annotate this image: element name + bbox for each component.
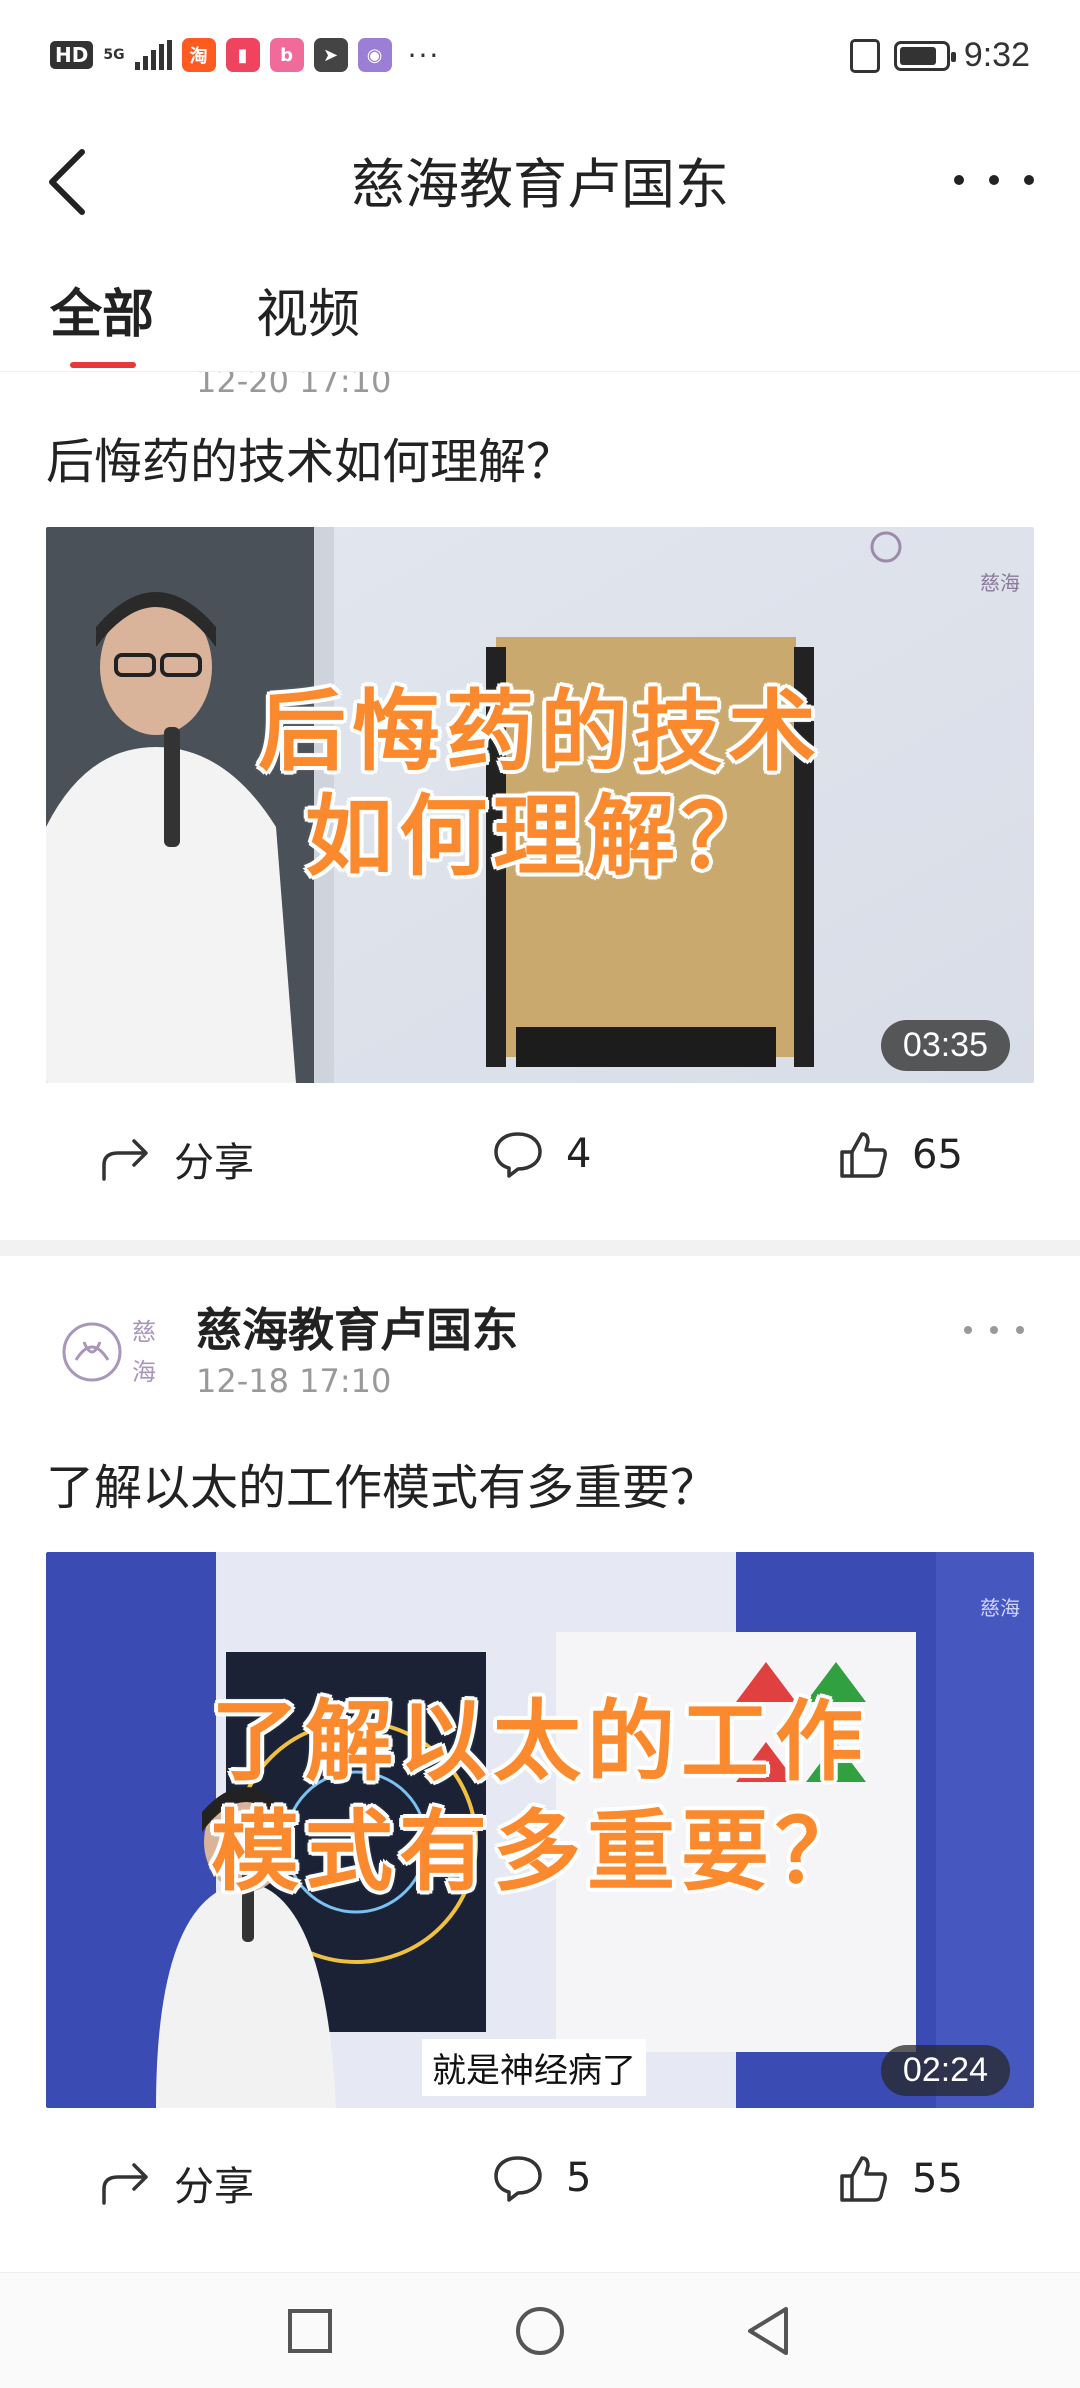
- share-icon: [102, 2163, 148, 2205]
- post-actions: 分享 4 65: [0, 1100, 1080, 1220]
- post-title[interactable]: 了解以太的工作模式有多重要？: [46, 1448, 718, 1518]
- dot-icon: [1016, 1326, 1024, 1334]
- watermark: 慈海: [980, 1596, 1020, 1620]
- like-button[interactable]: 65: [838, 1130, 963, 1180]
- vibrate-icon: [849, 38, 880, 73]
- dot-icon: [1024, 175, 1034, 185]
- comment-icon: [494, 1132, 542, 1178]
- status-bar: HD 5G 淘 ▮ b ➤ ◉ ··· 9:32: [0, 0, 1080, 120]
- circle-icon: [516, 2307, 564, 2355]
- triangle-back-icon: [748, 2307, 788, 2355]
- book-app-icon: ▮: [225, 38, 260, 72]
- bilibili-app-icon: b: [269, 38, 304, 72]
- thumbs-up-icon: [840, 1132, 887, 1178]
- comment-icon: [494, 2156, 542, 2202]
- video-subtitle: 就是神经病了: [422, 2039, 646, 2096]
- avatar-text-2: 海: [132, 1358, 156, 1386]
- video-overlay-line-2: 模式有多重要？: [210, 1800, 869, 1903]
- video-overlay-line-2: 如何理解？: [304, 785, 775, 888]
- post-title[interactable]: 后悔药的技术如何理解？: [46, 422, 574, 492]
- active-tab-indicator: [70, 362, 136, 368]
- tab-bar: 全部 视频: [0, 250, 1080, 372]
- more-options-button[interactable]: [954, 160, 1034, 200]
- dot-icon: [989, 175, 999, 185]
- author-row: 慈 海 慈海教育卢国东 12-18 17:10: [0, 1290, 1080, 1410]
- post-time: 12-18 17:10: [196, 1362, 392, 1400]
- comment-count: 5: [566, 2155, 592, 2201]
- dot-icon: [990, 1326, 998, 1334]
- arrow-app-icon: ➤: [313, 38, 348, 72]
- video-duration: 02:24: [880, 2045, 1010, 2096]
- video-duration: 03:35: [880, 1020, 1010, 1071]
- author-name[interactable]: 慈海教育卢国东: [196, 1294, 518, 1360]
- network-type: 5G: [103, 47, 125, 63]
- thumbs-up-icon: [840, 2156, 887, 2202]
- clock: 9:32: [963, 36, 1030, 74]
- share-label: 分享: [174, 2164, 254, 2210]
- tab-all[interactable]: 全部: [50, 272, 154, 347]
- watermark: 慈海: [980, 571, 1020, 595]
- video-thumbnail[interactable]: 慈海 后悔药的技术 如何理解？ 03:35: [46, 527, 1034, 1083]
- share-button[interactable]: 分享: [100, 2154, 254, 2212]
- taobao-app-icon: 淘: [181, 38, 216, 72]
- hd-indicator: HD: [50, 41, 94, 69]
- video-thumbnail[interactable]: 慈海 了解以太的工作 模式有多重要？ 就是神经病了 02:24: [46, 1552, 1034, 2108]
- square-icon: [288, 2309, 332, 2353]
- dot-icon: [954, 175, 964, 185]
- share-label: 分享: [174, 1140, 254, 1186]
- post-actions: 分享 5 55: [0, 2124, 1080, 2244]
- comment-count: 4: [566, 1131, 592, 1177]
- app-header: 慈海教育卢国东: [0, 120, 1080, 250]
- recents-button[interactable]: [282, 2303, 338, 2359]
- page-title: 慈海教育卢国东: [351, 153, 729, 216]
- comment-button[interactable]: 5: [492, 2154, 591, 2202]
- signal-icon: [134, 40, 172, 70]
- back-nav-button[interactable]: [742, 2303, 798, 2359]
- battery-icon: [893, 40, 956, 71]
- post-more-button[interactable]: [964, 1320, 1024, 1340]
- author-avatar[interactable]: 慈 海: [56, 1312, 166, 1392]
- home-button[interactable]: [512, 2303, 568, 2359]
- comment-button[interactable]: 4: [492, 1130, 591, 1178]
- video-overlay-line-1: 后悔药的技术: [257, 680, 822, 783]
- system-nav-bar: [0, 2272, 1080, 2388]
- dot-icon: [964, 1326, 972, 1334]
- share-icon: [102, 1139, 148, 1181]
- post-divider: [0, 1240, 1080, 1256]
- tab-video[interactable]: 视频: [256, 272, 360, 347]
- like-button[interactable]: 55: [838, 2154, 963, 2204]
- feed[interactable]: 12-20 17:10 后悔药的技术如何理解？ 慈海 后悔药的技术 如何理解？ …: [0, 372, 1080, 2272]
- video-overlay-line-1: 了解以太的工作: [210, 1690, 869, 1793]
- like-count: 65: [912, 1132, 963, 1178]
- like-count: 55: [912, 2156, 963, 2202]
- post-time: 12-20 17:10: [196, 372, 392, 400]
- avatar-text-1: 慈: [132, 1318, 156, 1346]
- more-notifications-icon: ···: [407, 38, 441, 72]
- camera-app-icon: ◉: [357, 38, 392, 72]
- share-button[interactable]: 分享: [100, 1130, 254, 1188]
